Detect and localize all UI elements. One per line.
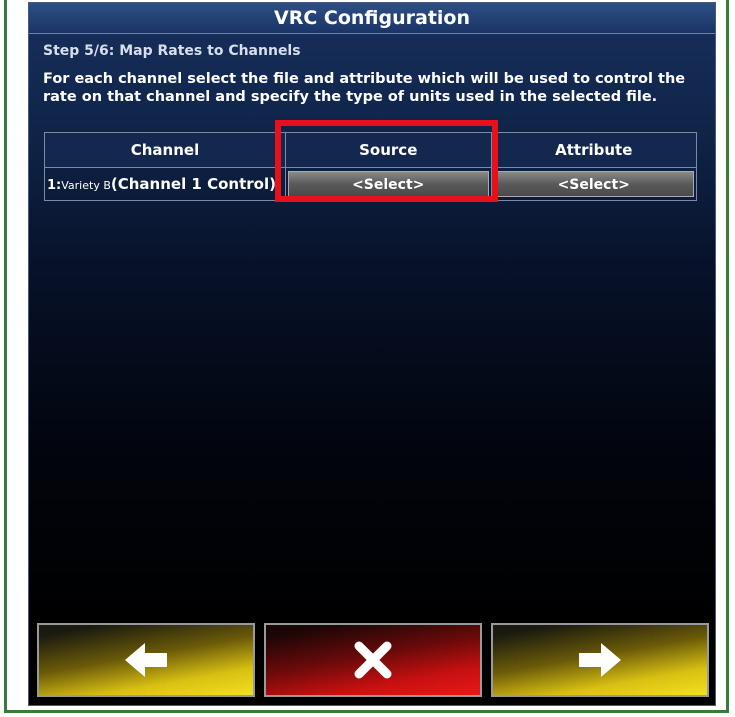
step-title: Step 5/6: Map Rates to Channels: [43, 43, 301, 59]
attribute-select-button[interactable]: <Select>: [493, 171, 694, 197]
source-highlight-box: [275, 120, 498, 202]
arrow-left-icon: [123, 640, 169, 680]
instructions-text: For each channel select the file and att…: [43, 71, 686, 105]
vrc-configuration-screen: VRC Configuration Step 5/6: Map Rates to…: [28, 2, 716, 706]
channel-column-header: Channel: [44, 132, 286, 168]
attribute-cell: <Select>: [490, 167, 697, 201]
channel-control-label: (Channel 1 Control): [110, 175, 276, 193]
attribute-column-header: Attribute: [490, 132, 697, 168]
next-button[interactable]: [491, 623, 709, 697]
channel-variety: Variety B: [61, 179, 111, 192]
arrow-right-icon: [577, 640, 623, 680]
back-button[interactable]: [37, 623, 255, 697]
channel-cell: 1:Variety B(Channel 1 Control): [44, 167, 286, 201]
cancel-button[interactable]: [264, 623, 482, 697]
channel-number: 1:: [47, 178, 62, 193]
window-title: VRC Configuration: [29, 3, 715, 34]
close-icon: [353, 640, 393, 680]
